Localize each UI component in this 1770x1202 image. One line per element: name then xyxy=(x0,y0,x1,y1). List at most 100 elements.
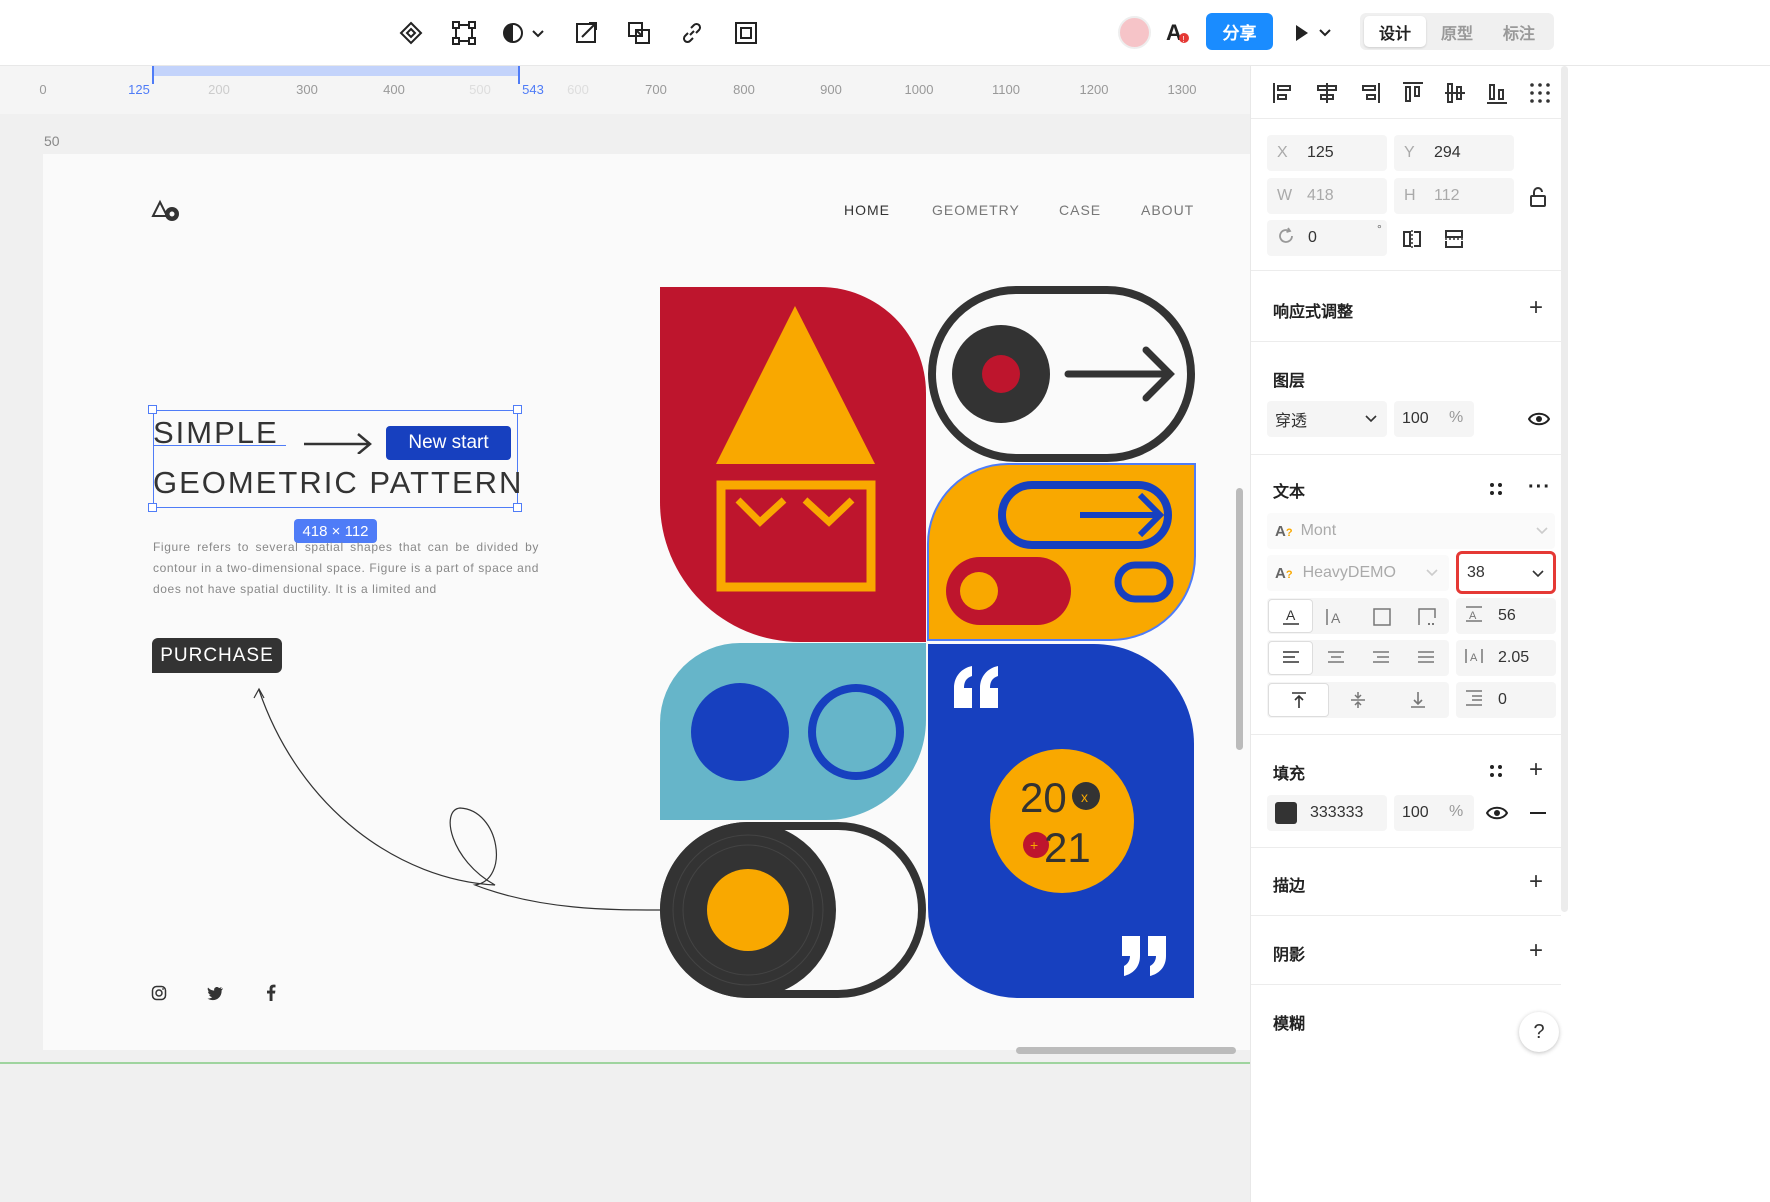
flip-vertical-icon[interactable] xyxy=(1443,228,1465,250)
geometric-illustration[interactable]: 20 x + 21 xyxy=(655,282,1200,1004)
ruler-tick: 200 xyxy=(208,82,230,97)
properties-panel: X 125 Y 294 W 418 H 112 0 ° 响应式调整 + 图层 穿透 10… xyxy=(1250,66,1770,1202)
blend-mode-select[interactable]: 穿透 xyxy=(1267,401,1387,437)
font-size-value: 38 xyxy=(1467,563,1485,581)
resize-handle[interactable] xyxy=(513,503,522,512)
paragraph-spacing-value: 0 xyxy=(1498,691,1507,708)
y-label: Y xyxy=(1404,144,1415,161)
align-bottom-icon[interactable] xyxy=(1408,690,1428,710)
headline-line-2[interactable]: GEOMETRIC PATTERN xyxy=(153,464,523,502)
align-left-icon[interactable] xyxy=(1268,641,1313,675)
resize-handle[interactable] xyxy=(148,503,157,512)
flip-horizontal-icon[interactable] xyxy=(1401,228,1423,250)
new-start-badge[interactable]: New start xyxy=(386,426,511,460)
font-weight-select[interactable]: A? HeavyDEMO xyxy=(1267,555,1449,591)
nav-about[interactable]: ABOUT xyxy=(1141,202,1194,218)
w-value: 418 xyxy=(1307,187,1334,204)
line-height-field[interactable]: A 56 xyxy=(1456,598,1556,634)
chevron-down-icon xyxy=(1425,565,1439,584)
vertical-scrollbar[interactable] xyxy=(1236,488,1243,750)
tab-annotate[interactable]: 标注 xyxy=(1488,16,1550,47)
letter-spacing-field[interactable]: A 2.05 xyxy=(1456,640,1556,676)
align-top-icon[interactable] xyxy=(1268,683,1329,717)
more-icon[interactable]: ··· xyxy=(1528,476,1551,499)
component-icon[interactable] xyxy=(397,19,425,47)
crop-icon[interactable] xyxy=(732,19,760,47)
scale-icon[interactable] xyxy=(573,19,601,47)
mask-icon[interactable] xyxy=(500,19,528,47)
h-field[interactable]: H 112 xyxy=(1394,178,1514,214)
instagram-icon[interactable] xyxy=(151,985,167,1001)
eye-icon[interactable] xyxy=(1527,409,1551,429)
chevron-down-icon[interactable] xyxy=(528,19,548,47)
paragraph-spacing-field[interactable]: 0 xyxy=(1456,682,1556,718)
headline-line-1[interactable]: SIMPLE xyxy=(153,414,279,452)
w-field[interactable]: W 418 xyxy=(1267,178,1387,214)
logo-icon xyxy=(150,198,184,226)
style-grid-icon[interactable] xyxy=(1487,480,1505,498)
svg-text:A: A xyxy=(1286,607,1296,623)
add-responsive-icon[interactable]: + xyxy=(1529,296,1543,320)
play-preview-icon[interactable] xyxy=(1292,20,1334,46)
add-stroke-icon[interactable]: + xyxy=(1529,870,1543,894)
y-field[interactable]: Y 294 xyxy=(1394,135,1514,171)
fill-color-value: 333333 xyxy=(1310,804,1364,821)
avatar[interactable] xyxy=(1118,16,1151,49)
auto-width-icon[interactable]: A xyxy=(1268,599,1313,633)
alignment-toolbar[interactable] xyxy=(1271,80,1557,106)
panel-scrollbar[interactable] xyxy=(1561,66,1568,912)
add-shadow-icon[interactable]: + xyxy=(1529,939,1543,963)
fill-eye-icon[interactable] xyxy=(1485,803,1509,823)
layer-opacity-field[interactable]: 100 % xyxy=(1394,401,1474,437)
resize-handle[interactable] xyxy=(513,405,522,414)
text-section-title: 文本 xyxy=(1273,484,1306,501)
auto-height-icon[interactable]: A xyxy=(1324,606,1346,628)
align-middle-icon[interactable] xyxy=(1348,690,1368,710)
fill-color-field[interactable]: 333333 xyxy=(1267,795,1387,831)
fixed-size-icon[interactable] xyxy=(1371,606,1393,628)
link-icon[interactable] xyxy=(678,19,706,47)
shadow-section-title: 阴影 xyxy=(1273,947,1306,964)
blend-mode-value: 穿透 xyxy=(1275,413,1308,430)
nav-case[interactable]: CASE xyxy=(1059,202,1101,218)
font-size-select[interactable]: 38 xyxy=(1456,551,1556,594)
rotation-field[interactable]: 0 ° xyxy=(1267,220,1387,256)
remove-fill-icon[interactable] xyxy=(1530,812,1546,814)
purchase-button[interactable]: PURCHASE xyxy=(152,638,282,673)
frame-icon[interactable] xyxy=(450,19,478,47)
percent-sign: % xyxy=(1449,803,1464,820)
share-button[interactable]: 分享 xyxy=(1206,13,1273,50)
color-swatch[interactable] xyxy=(1275,802,1297,824)
truncate-icon[interactable] xyxy=(1416,606,1438,628)
font-weight-value: HeavyDEMO xyxy=(1302,564,1396,581)
responsive-section-title: 响应式调整 xyxy=(1273,304,1354,321)
twitter-icon[interactable] xyxy=(207,985,224,1001)
line-height-icon: A xyxy=(1464,604,1498,629)
fill-style-grid-icon[interactable] xyxy=(1487,762,1505,780)
add-fill-icon[interactable]: + xyxy=(1529,758,1543,782)
fill-opacity-field[interactable]: 100 % xyxy=(1394,795,1474,831)
plus-mark: + xyxy=(1030,837,1038,853)
align-right-icon[interactable] xyxy=(1371,648,1391,668)
boolean-icon[interactable] xyxy=(625,19,653,47)
ruler-tick: 1300 xyxy=(1167,82,1197,97)
font-family-select[interactable]: A? Mont xyxy=(1267,513,1555,549)
align-justify-icon[interactable] xyxy=(1416,648,1436,668)
font-missing-icon[interactable]: A! xyxy=(1164,18,1192,46)
tab-prototype[interactable]: 原型 xyxy=(1426,16,1488,47)
x-field[interactable]: X 125 xyxy=(1267,135,1387,171)
lock-icon[interactable] xyxy=(1528,186,1548,208)
ruler-tick-selection-end: 543 xyxy=(522,82,544,97)
resize-handle[interactable] xyxy=(148,405,157,414)
tab-design[interactable]: 设计 xyxy=(1364,16,1426,47)
svg-text:!: ! xyxy=(1183,35,1185,44)
help-button[interactable]: ? xyxy=(1519,1012,1559,1052)
horizontal-scrollbar[interactable] xyxy=(1016,1047,1236,1054)
nav-home[interactable]: HOME xyxy=(844,202,890,218)
facebook-icon[interactable] xyxy=(266,984,276,1001)
rotate-icon xyxy=(1276,226,1308,251)
align-center-icon[interactable] xyxy=(1326,648,1346,668)
layer-opacity-value: 100 xyxy=(1402,410,1429,427)
nav-geometry[interactable]: GEOMETRY xyxy=(932,202,1020,218)
svg-text:A: A xyxy=(1469,610,1477,622)
